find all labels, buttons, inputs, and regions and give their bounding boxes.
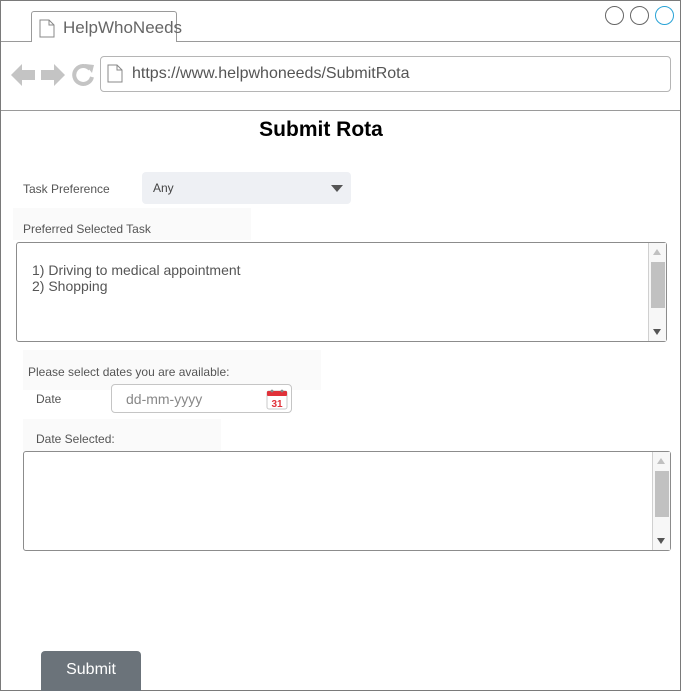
date-selected-label: Date Selected: — [36, 432, 115, 446]
back-arrow-icon[interactable] — [11, 62, 35, 93]
date-placeholder: dd-mm-yyyy — [126, 391, 203, 407]
browser-tab[interactable]: HelpWhoNeeds — [31, 11, 182, 43]
preferred-task-item: 2) Shopping — [32, 278, 108, 294]
submit-button[interactable]: Submit — [41, 651, 141, 691]
maximize-button[interactable] — [630, 6, 649, 25]
scrollbar[interactable] — [652, 452, 670, 550]
task-preference-select[interactable]: Any — [142, 172, 351, 204]
calendar-icon[interactable]: 31 — [266, 388, 288, 415]
availability-prompt: Please select dates you are available: — [28, 365, 230, 379]
page-title: Submit Rota — [259, 118, 383, 141]
reload-icon[interactable] — [71, 63, 95, 92]
preferred-task-textarea[interactable]: 1) Driving to medical appointment 2) Sho… — [16, 242, 667, 342]
tab-bar: HelpWhoNeeds — [1, 1, 680, 42]
scroll-thumb[interactable] — [651, 262, 665, 308]
scroll-up-icon[interactable] — [653, 249, 661, 255]
date-label: Date — [36, 392, 62, 406]
preferred-task-item: 1) Driving to medical appointment — [32, 262, 241, 278]
calendar-day: 31 — [271, 399, 283, 410]
navigation-bar: https://www.helpwhoneeds/SubmitRota — [1, 42, 680, 111]
date-input[interactable]: dd-mm-yyyy 31 — [111, 384, 292, 413]
forward-arrow-icon[interactable] — [41, 62, 65, 93]
date-selected-textarea[interactable] — [23, 451, 671, 551]
url-text[interactable]: https://www.helpwhoneeds/SubmitRota — [132, 65, 409, 83]
page-icon — [39, 19, 55, 43]
scroll-down-icon[interactable] — [653, 329, 661, 335]
minimize-button[interactable] — [605, 6, 624, 25]
scroll-up-icon[interactable] — [657, 458, 665, 464]
scroll-thumb[interactable] — [655, 471, 669, 517]
close-button[interactable] — [655, 6, 674, 25]
scroll-down-icon[interactable] — [657, 538, 665, 544]
task-preference-label: Task Preference — [23, 182, 110, 196]
preferred-task-label: Preferred Selected Task — [23, 222, 151, 236]
scrollbar[interactable] — [648, 243, 666, 341]
chevron-down-icon — [331, 185, 343, 192]
tab-title: HelpWhoNeeds — [63, 18, 183, 37]
page-icon — [107, 64, 123, 88]
task-preference-value: Any — [153, 181, 174, 195]
address-bar[interactable]: https://www.helpwhoneeds/SubmitRota — [100, 56, 671, 92]
browser-window: HelpWhoNeeds https://www.helpwhoneeds/Su… — [0, 0, 681, 691]
